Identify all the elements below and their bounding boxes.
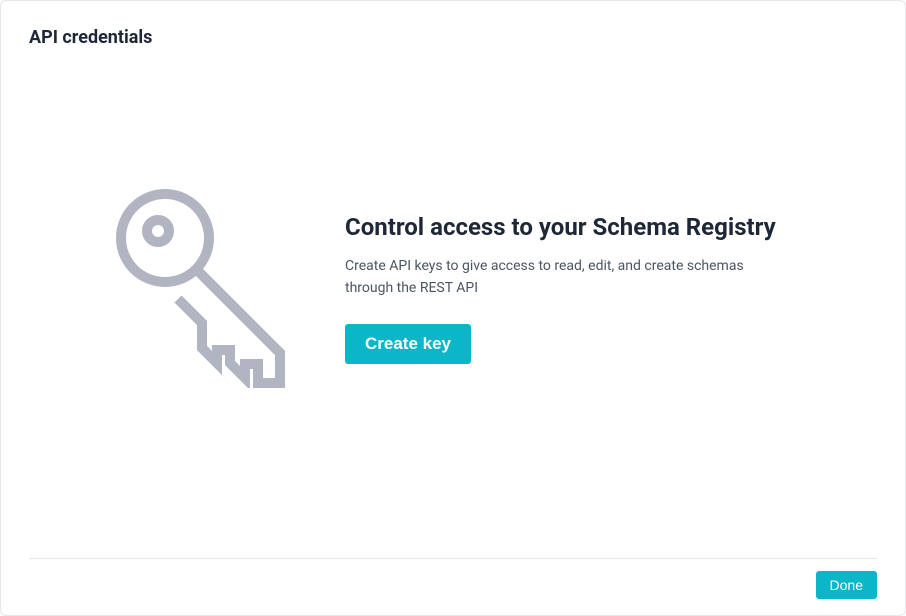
content-area: Control access to your Schema Registry C…	[29, 68, 877, 558]
text-block: Control access to your Schema Registry C…	[345, 212, 795, 363]
api-credentials-card: API credentials Control access to your S…	[0, 0, 906, 616]
key-icon	[105, 188, 305, 388]
main-description: Create API keys to give access to read, …	[345, 256, 795, 299]
create-key-button[interactable]: Create key	[345, 324, 471, 364]
done-button[interactable]: Done	[816, 571, 877, 599]
section-title: API credentials	[29, 27, 877, 48]
main-heading: Control access to your Schema Registry	[345, 212, 795, 242]
card-footer: Done	[29, 558, 877, 599]
